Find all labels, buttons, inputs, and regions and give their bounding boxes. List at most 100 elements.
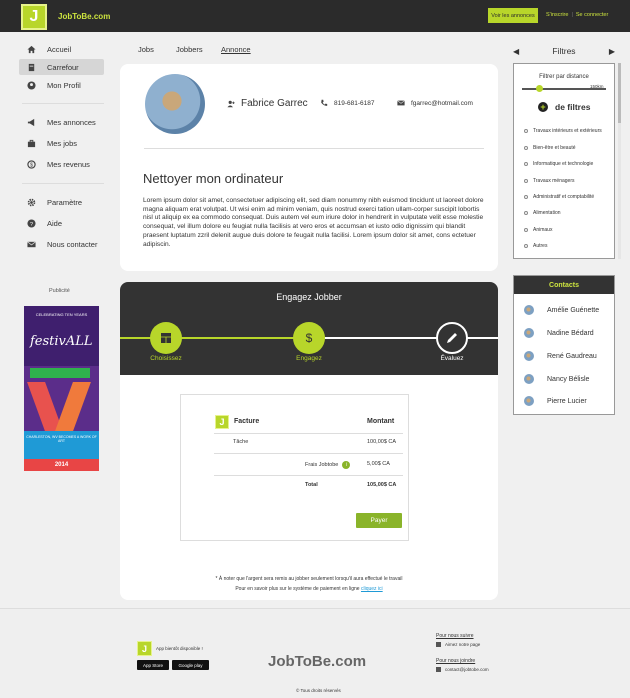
filter-option[interactable]: Travaux intérieurs et extérieurs [524, 128, 602, 134]
copyright-icon: © [296, 688, 300, 693]
dollar-icon: $ [306, 331, 313, 345]
footer-follow-title: Pour nous suivre [436, 633, 474, 639]
login-link[interactable]: Se connecter [576, 12, 608, 18]
sidebar-item-nous-contacter[interactable]: Nous contacter [19, 236, 104, 252]
invoice-col-montant: Montant [367, 418, 395, 425]
facebook-link[interactable]: Aimez notre page [436, 642, 480, 647]
profile-phone-text: 819-681-6187 [334, 99, 375, 107]
profile-icon [26, 80, 36, 90]
phone-icon [321, 99, 328, 106]
filters-title: Filtres [552, 46, 576, 56]
filter-option[interactable]: Informatique et technologie [524, 161, 593, 167]
avatar [524, 396, 534, 406]
sidebar-item-mon-profil[interactable]: Mon Profil [19, 77, 104, 93]
more-filters[interactable]: + de filtres [538, 102, 590, 112]
footer-contact-title: Pour nous joindre [436, 658, 476, 664]
invoice-logo-letter: J [219, 417, 225, 427]
mail-icon [397, 100, 405, 106]
footer-logo[interactable]: J [137, 641, 152, 656]
engage-card: Engagez Jobber Choisissez $ Engagez Éval… [120, 282, 498, 600]
contact-item[interactable]: René Gaudreau [524, 351, 597, 361]
filter-scrollbar[interactable] [618, 63, 621, 259]
google-play-badge[interactable]: Google play [172, 660, 209, 670]
radio-icon [524, 228, 528, 232]
payment-info-text: Pour en savoir plus sur le système de pa… [235, 586, 360, 592]
logo[interactable]: J [21, 4, 47, 30]
progress-line-todo [310, 337, 498, 339]
sidebar-item-mes-revenus[interactable]: $ Mes revenus [19, 156, 104, 172]
invoice-row-label: Tâche [233, 439, 249, 445]
filter-option[interactable]: Animaux [524, 227, 552, 233]
app-store-badge[interactable]: App Store [137, 660, 169, 670]
engage-title: Engagez Jobber [276, 292, 342, 302]
app-coming-label: App bientôt disponible ! [156, 646, 203, 651]
profile-email[interactable]: fgarrec@hotmail.com [397, 99, 473, 107]
click-here-link[interactable]: cliquez ici [361, 586, 383, 592]
tab-annonce[interactable]: Annonce [221, 45, 251, 54]
sidebar-item-carrefour[interactable]: Carrefour [19, 59, 104, 75]
filter-option[interactable]: Alimentation [524, 210, 561, 216]
filters-prev-icon[interactable]: ◀ [513, 47, 519, 56]
filter-option[interactable]: Autres [524, 243, 547, 249]
filter-scroll-thumb[interactable] [618, 63, 621, 123]
job-description: Lorem ipsum dolor sit amet, consectetuer… [143, 197, 484, 248]
invoice: J Facture Montant Tâche 100,00$ CA Frais… [180, 394, 409, 541]
filters-header: ◀ Filtres ▶ [513, 44, 615, 58]
contact-item[interactable]: Nancy Bélisle [524, 374, 589, 384]
step-engagez[interactable]: $ [293, 322, 325, 354]
signup-link[interactable]: S'inscrire [546, 12, 568, 18]
tab-jobs[interactable]: Jobs [138, 45, 154, 54]
distance-slider-handle[interactable] [536, 85, 543, 92]
card-divider [144, 148, 484, 149]
invoice-col-facture: Facture [234, 418, 260, 425]
sidebar-item-aide[interactable]: ? Aide [19, 215, 104, 231]
email-link[interactable]: contact@jobtobe.com [436, 667, 489, 672]
avatar [524, 305, 534, 315]
invoice-row-fees: Frais Jobtobe i [305, 461, 351, 469]
ad-banner[interactable]: CELEBRATING TEN YEARS festivALL CHARLEST… [24, 306, 99, 471]
sidebar-item-label: Carrefour [47, 62, 79, 72]
info-icon[interactable]: i [342, 461, 351, 469]
filter-option-label: Alimentation [533, 210, 561, 216]
step-evaluez[interactable] [436, 322, 468, 354]
plus-icon: + [538, 102, 548, 112]
profile-phone: 819-681-6187 [320, 99, 374, 107]
profile-name-text: Fabrice Garrec [241, 98, 308, 109]
filter-option[interactable]: Bien-être et beauté [524, 145, 576, 151]
avatar [524, 328, 534, 338]
filters-next-icon[interactable]: ▶ [609, 47, 615, 56]
sidebar-item-label: Mes annonces [47, 117, 96, 127]
contact-name: René Gaudreau [547, 352, 597, 360]
sidebar-item-label: Mes jobs [47, 138, 78, 148]
distance-label: Filtrer par distance [539, 74, 589, 80]
pay-button[interactable]: Payer [356, 513, 402, 528]
sidebar-divider [22, 183, 104, 184]
sidebar-item-mes-jobs[interactable]: Mes jobs [19, 135, 104, 151]
sidebar-item-parametre[interactable]: Paramètre [19, 194, 104, 210]
copyright: © Tous droits réservés [296, 688, 341, 693]
radio-icon [524, 244, 528, 248]
filter-option-label: Informatique et technologie [533, 161, 594, 167]
contact-item[interactable]: Pierre Lucier [524, 396, 587, 406]
sidebar-item-accueil[interactable]: Accueil [19, 41, 104, 57]
filter-option[interactable]: Administratif et comptabilité [524, 194, 594, 200]
sidebar-item-mes-annonces[interactable]: Mes annonces [19, 114, 104, 130]
filter-option[interactable]: Travaux ménagers [524, 178, 575, 184]
profile-name[interactable]: Fabrice Garrec [227, 98, 308, 109]
svg-text:$: $ [30, 162, 33, 168]
radio-icon [524, 211, 528, 215]
svg-text:$: $ [306, 331, 313, 345]
contact-item[interactable]: Nadine Bédard [524, 328, 594, 338]
brand-name[interactable]: JobToBe.com [58, 12, 110, 21]
step-choisissez[interactable] [150, 322, 182, 354]
ad-label: Publicité [49, 288, 70, 294]
megaphone-icon [26, 117, 36, 127]
contact-item[interactable]: Amélie Guénette [524, 305, 599, 315]
filter-option-label: Travaux intérieurs et extérieurs [533, 128, 602, 134]
sidebar-item-label: Nous contacter [47, 239, 98, 249]
money-icon: $ [26, 159, 36, 169]
tab-jobbers[interactable]: Jobbers [176, 45, 203, 54]
avatar[interactable] [145, 74, 205, 134]
view-ads-button[interactable]: Voir les annonces [488, 8, 538, 23]
filter-option-label: Administratif et comptabilité [533, 194, 595, 200]
